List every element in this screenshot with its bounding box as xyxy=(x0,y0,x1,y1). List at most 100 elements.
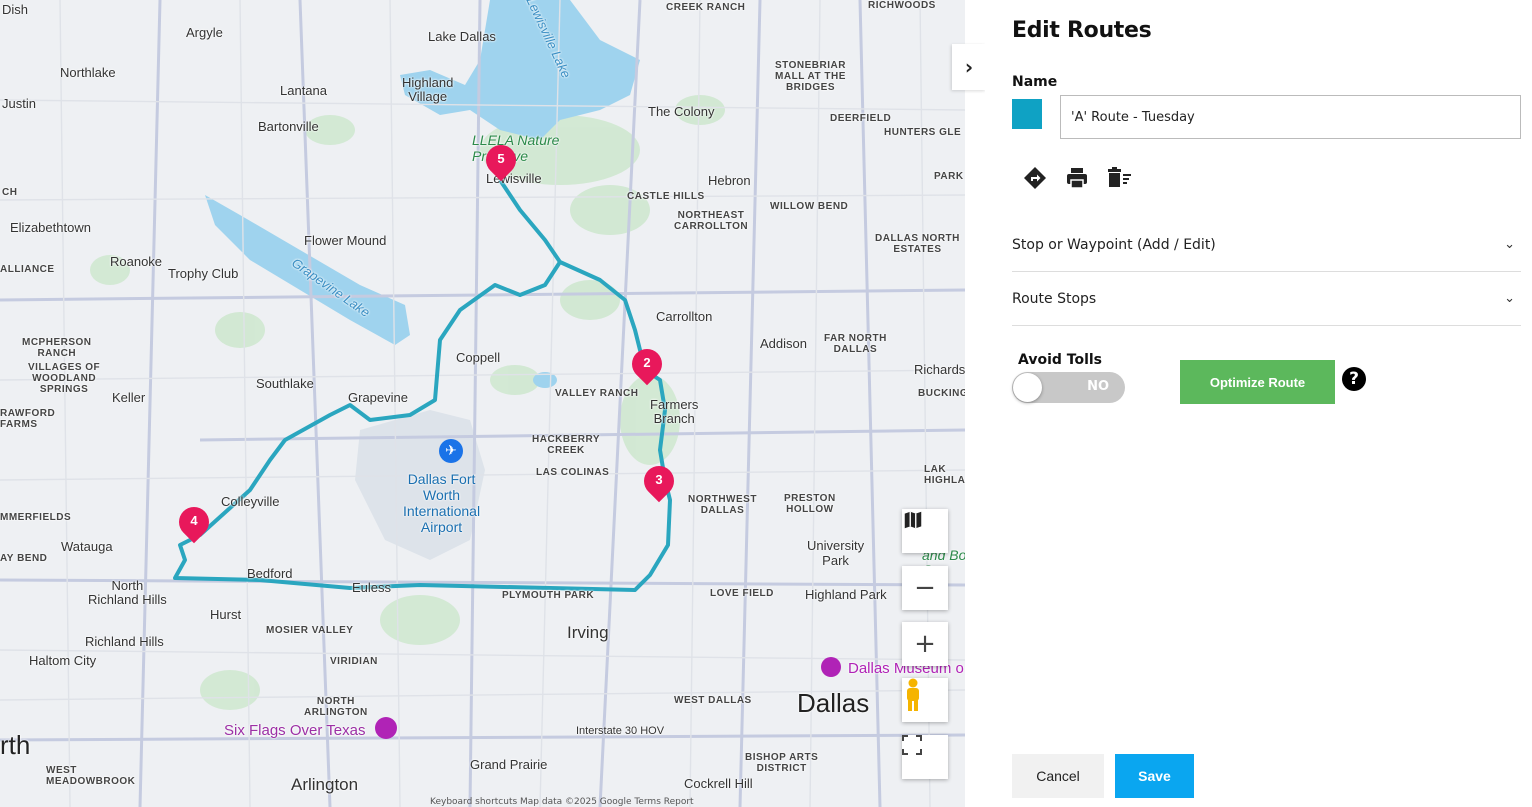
optimize-route-button[interactable]: Optimize Route xyxy=(1180,360,1335,404)
map-label: LAK HIGHLA xyxy=(924,464,965,486)
chevron-down-icon: ⌄ xyxy=(1504,237,1515,252)
map-icon xyxy=(904,511,922,529)
map-label: Bartonville xyxy=(258,119,319,134)
map-label: VILLAGES OF WOODLAND SPRINGS xyxy=(28,362,101,395)
cancel-button[interactable]: Cancel xyxy=(1012,754,1104,798)
map-label: Southlake xyxy=(256,376,314,391)
minus-icon: − xyxy=(914,573,936,603)
help-icon[interactable]: ? xyxy=(1342,367,1366,391)
map-label: MOSIER VALLEY xyxy=(266,625,354,636)
clear-route-button[interactable] xyxy=(1105,164,1133,192)
map-label: Grapevine xyxy=(348,390,408,405)
map-label: CREEK RANCH xyxy=(666,2,746,13)
zoom-out-button[interactable]: − xyxy=(902,566,948,610)
toggle-state: NO xyxy=(1087,379,1109,394)
street-view-button[interactable] xyxy=(902,678,948,722)
name-label: Name xyxy=(1012,74,1058,90)
map-label: DEERFIELD xyxy=(830,113,892,124)
map-label: VALLEY RANCH xyxy=(555,388,639,399)
directions-button[interactable] xyxy=(1021,164,1049,192)
map-label: Dish xyxy=(2,2,29,17)
map-label: BUCKING xyxy=(918,388,965,399)
plus-icon: + xyxy=(914,629,936,659)
map-label: WILLOW BEND xyxy=(770,201,849,212)
map-label: STONEBRIAR MALL AT THE BRIDGES xyxy=(775,60,846,93)
chevron-down-icon: ⌄ xyxy=(1504,291,1515,306)
map-label: LAS COLINAS xyxy=(536,467,610,478)
map-label: WEST MEADOWBROOK xyxy=(46,765,136,787)
map-label: Argyle xyxy=(186,25,223,40)
panel-title: Edit Routes xyxy=(1012,18,1152,43)
route-color-picker[interactable] xyxy=(1012,99,1042,129)
map-label: Dallas Fort Worth International Airport xyxy=(403,471,481,535)
map-label: The Colony xyxy=(648,104,715,119)
pegman-icon xyxy=(907,678,919,711)
map-label: RICHWOODS xyxy=(868,0,936,11)
map-label: Lake Dallas xyxy=(428,29,496,44)
map-label: DALLAS NORTH ESTATES xyxy=(875,233,960,255)
map-label: Cockrell Hill xyxy=(684,776,753,791)
route-map[interactable]: Dish Argyle Lake Dallas CREEK RANCH RICH… xyxy=(0,0,965,807)
map-label: Highland Village xyxy=(402,75,454,104)
map-label: Dallas xyxy=(797,688,870,718)
map-label: PARK xyxy=(934,171,964,182)
map-label: PRESTON HOLLOW xyxy=(784,493,836,515)
map-label: NORTHEAST CARROLLTON xyxy=(674,210,749,232)
stop-waypoint-accordion[interactable]: Stop or Waypoint (Add / Edit) ⌄ xyxy=(1012,218,1521,272)
map-attribution: Keyboard shortcuts Map data ©2025 Google… xyxy=(430,797,694,807)
map-label: MCPHERSON RANCH xyxy=(22,337,92,359)
map-label: Richards xyxy=(914,362,965,377)
map-type-button[interactable] xyxy=(902,509,948,553)
print-button[interactable] xyxy=(1063,164,1091,192)
map-label: PLYMOUTH PARK xyxy=(502,590,595,601)
map-label: University Park xyxy=(807,538,865,568)
map-label: CASTLE HILLS xyxy=(627,191,705,202)
route-stop-pin[interactable]: 2 xyxy=(625,342,669,387)
map-label: AY BEND xyxy=(0,553,48,564)
map-label: CH xyxy=(2,187,18,198)
map-label: FAR NORTH DALLAS xyxy=(824,333,887,355)
map-label: Coppell xyxy=(456,350,501,365)
map-label: MMERFIELDS xyxy=(0,512,72,523)
map-label: VIRIDIAN xyxy=(330,656,378,667)
map-label: HUNTERS GLE xyxy=(884,127,962,138)
avoid-tolls-toggle[interactable]: NO xyxy=(1012,372,1125,403)
map-label: Justin xyxy=(2,96,36,111)
map-label: North Richland Hills xyxy=(88,578,167,607)
map-label: rth xyxy=(0,730,31,760)
map-label: Elizabethtown xyxy=(10,220,91,235)
map-label: Carrollton xyxy=(656,309,713,324)
print-icon xyxy=(1067,168,1087,189)
map-label: Addison xyxy=(760,336,807,351)
route-stop-pin[interactable]: 3 xyxy=(637,459,681,504)
route-stop-pin[interactable]: 4 xyxy=(172,500,216,545)
map-label: Roanoke xyxy=(110,254,163,269)
route-stops-accordion[interactable]: Route Stops ⌄ xyxy=(1012,272,1521,326)
map-label: Interstate 30 HOV xyxy=(576,725,665,737)
avoid-tolls-label: Avoid Tolls xyxy=(1018,352,1103,368)
museum-icon xyxy=(821,657,841,677)
map-label: LOVE FIELD xyxy=(710,588,774,599)
map-label: Six Flags Over Texas xyxy=(224,722,366,739)
save-button[interactable]: Save xyxy=(1115,754,1194,798)
map-label: WEST DALLAS xyxy=(674,695,752,706)
map-label: Richland Hills xyxy=(85,634,164,649)
map-label: Lantana xyxy=(280,83,327,98)
toggle-knob xyxy=(1013,373,1042,402)
collapse-panel-button[interactable]: › xyxy=(952,44,986,90)
map-label: Grand Prairie xyxy=(470,757,548,772)
map-label: Trophy Club xyxy=(168,266,239,281)
directions-icon xyxy=(1024,167,1046,189)
map-label: Hebron xyxy=(708,173,751,188)
route-stop-pin[interactable]: 5 xyxy=(479,138,523,183)
map-label: Bedford xyxy=(247,566,293,581)
route-name-input[interactable] xyxy=(1060,95,1521,139)
map-label: Euless xyxy=(352,580,392,595)
accordion-label: Stop or Waypoint (Add / Edit) xyxy=(1012,236,1216,253)
fullscreen-button[interactable] xyxy=(902,735,948,779)
map-label: HACKBERRY CREEK xyxy=(532,434,601,456)
six-flags-icon xyxy=(375,717,397,739)
zoom-in-button[interactable]: + xyxy=(902,622,948,666)
map-label: RAWFORD FARMS xyxy=(0,408,56,430)
delete-list-icon xyxy=(1108,167,1131,187)
